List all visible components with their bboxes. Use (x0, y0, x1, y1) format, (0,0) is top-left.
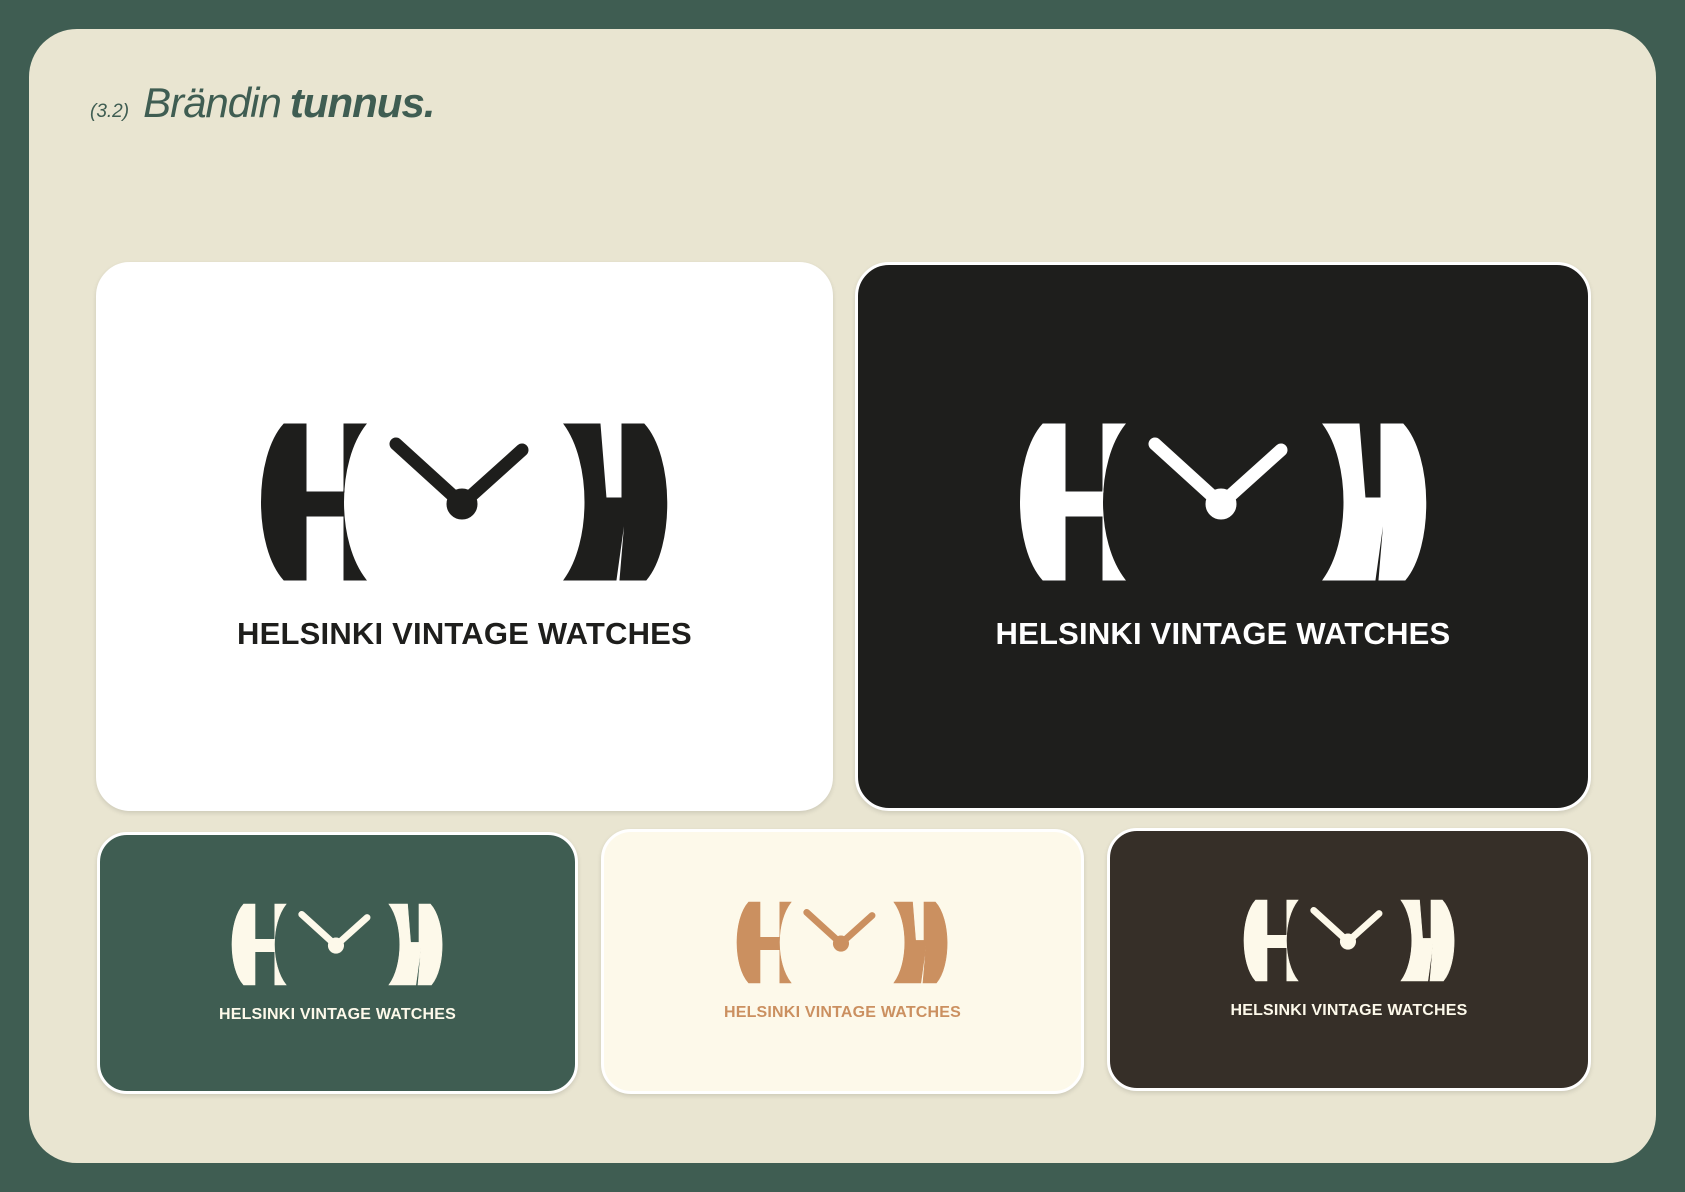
wordmark: HELSINKI VINTAGE WATCHES (995, 615, 1451, 651)
logo-lockup: HELSINKI VINTAGE WATCHES (724, 901, 961, 1022)
wordmark: HELSINKI VINTAGE WATCHES (723, 1004, 962, 1021)
section-heading: (3.2) Brändin tunnus. (90, 79, 436, 127)
logo-lockup: HELSINKI VINTAGE WATCHES (1230, 899, 1467, 1020)
logo-card-green: HELSINKI VINTAGE WATCHES (97, 832, 578, 1094)
logo-lockup: HELSINKI VINTAGE WATCHES (996, 422, 1451, 652)
wordmark: HELSINKI VINTAGE WATCHES (237, 615, 692, 651)
logo-lockup: HELSINKI VINTAGE WATCHES (237, 422, 692, 652)
section-number: (3.2) (90, 101, 130, 122)
logo-lockup: HELSINKI VINTAGE WATCHES (219, 903, 456, 1024)
hvw-clock-monogram-icon (733, 901, 951, 984)
hvw-clock-monogram-icon (228, 903, 446, 986)
logo-card-white: HELSINKI VINTAGE WATCHES (96, 262, 833, 811)
logo-card-espresso: HELSINKI VINTAGE WATCHES (1107, 828, 1591, 1091)
hvw-clock-monogram-icon (1240, 899, 1458, 982)
wordmark: HELSINKI VINTAGE WATCHES (1230, 1002, 1468, 1019)
section-title-light: Brändin (143, 79, 282, 126)
logo-card-black: HELSINKI VINTAGE WATCHES (855, 262, 1591, 811)
brand-sheet: (3.2) Brändin tunnus. HELSINKI VINTAGE W… (29, 29, 1656, 1163)
section-title-bold: tunnus. (289, 79, 436, 126)
wordmark: HELSINKI VINTAGE WATCHES (218, 1005, 457, 1023)
hvw-clock-monogram-icon (1013, 422, 1433, 582)
logo-card-cream: HELSINKI VINTAGE WATCHES (601, 829, 1084, 1094)
hvw-clock-monogram-icon (254, 422, 674, 582)
